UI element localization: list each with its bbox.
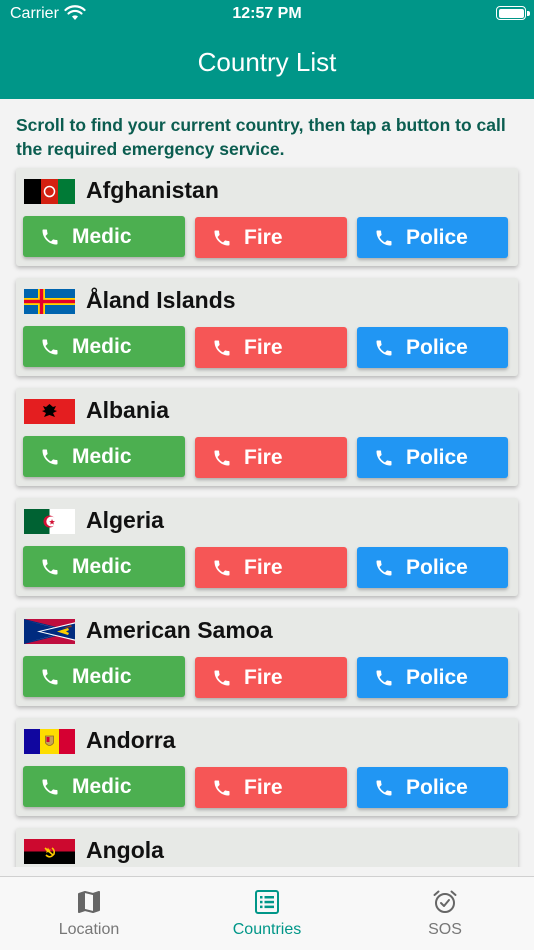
country-name: Algeria [86,507,164,533]
police-label: Police [406,445,468,469]
fire-label: Fire [244,335,283,359]
medic-label: Medic [72,664,132,688]
tab-sos-label: SOS [428,921,462,938]
medic-call-button[interactable]: Medic [23,766,185,807]
fire-call-button[interactable]: Fire [195,217,347,258]
phone-icon [376,340,392,355]
medic-call-button[interactable]: Medic [23,436,185,477]
country-name: Andorra [86,727,176,753]
status-time: 12:57 PM [232,5,302,22]
tab-sos[interactable]: SOS [356,877,534,950]
fire-call-button[interactable]: Fire [195,767,347,808]
phone-icon [42,779,58,794]
country-card: Afghanistan Medic Fire Police [16,168,518,266]
tab-bar: Location Countries SOS [0,876,534,950]
phone-icon [42,669,58,684]
country-list[interactable]: Scroll to find your current country, the… [0,99,534,867]
alarm-clock-icon [433,890,457,913]
status-bar: Carrier 12:57 PM [0,0,534,30]
phone-icon [214,670,230,685]
list-icon [255,890,279,914]
police-label: Police [406,555,468,579]
phone-icon [42,559,58,574]
police-label: Police [406,775,468,799]
fire-label: Fire [244,555,283,579]
phone-icon [214,560,230,575]
fire-label: Fire [244,665,283,689]
fire-call-button[interactable]: Fire [195,547,347,588]
medic-label: Medic [72,554,132,578]
police-call-button[interactable]: Police [357,327,508,368]
albania-flag-icon [24,399,75,424]
app-header: Carrier 12:57 PM Country List [0,0,534,99]
battery-icon [496,6,530,20]
medic-call-button[interactable]: Medic [23,326,185,367]
police-call-button[interactable]: Police [357,437,508,478]
phone-icon [214,340,230,355]
country-card: American Samoa Medic Fire Police [16,608,518,706]
police-label: Police [406,335,468,359]
medic-label: Medic [72,224,132,248]
medic-call-button[interactable]: Medic [23,656,185,697]
police-label: Police [406,225,468,249]
phone-icon [214,780,230,795]
country-name: Åland Islands [86,287,236,313]
phone-icon [376,450,392,465]
medic-call-button[interactable]: Medic [23,546,185,587]
afghanistan-flag-icon [24,179,75,204]
police-call-button[interactable]: Police [357,217,508,258]
country-name: Afghanistan [86,177,219,203]
phone-icon [376,230,392,245]
phone-icon [42,449,58,464]
fire-label: Fire [244,225,283,249]
map-icon [78,891,100,913]
phone-icon [376,670,392,685]
fire-call-button[interactable]: Fire [195,327,347,368]
country-card: Albania Medic Fire Police [16,388,518,486]
police-call-button[interactable]: Police [357,767,508,808]
phone-icon [42,229,58,244]
medic-label: Medic [72,334,132,358]
instructions-text: Scroll to find your current country, the… [16,115,506,159]
country-card: Åland Islands Medic Fire Police [16,278,518,376]
fire-call-button[interactable]: Fire [195,657,347,698]
country-name: American Samoa [86,617,273,643]
phone-icon [214,450,230,465]
medic-label: Medic [72,444,132,468]
medic-call-button[interactable]: Medic [23,216,185,257]
tab-countries-label: Countries [232,921,302,938]
tab-location[interactable]: Location [0,877,178,950]
american-samoa-flag-icon [24,619,75,644]
andorra-flag-icon [24,729,75,754]
algeria-flag-icon [24,509,75,534]
medic-label: Medic [72,774,132,798]
tab-countries[interactable]: Countries [178,877,356,950]
police-label: Police [406,665,468,689]
police-call-button[interactable]: Police [357,657,508,698]
page-title: Country List [197,47,337,77]
country-name: Albania [86,397,170,423]
fire-label: Fire [244,775,283,799]
angola-flag-icon [24,839,75,864]
phone-icon [42,339,58,354]
phone-icon [376,560,392,575]
fire-call-button[interactable]: Fire [195,437,347,478]
police-call-button[interactable]: Police [357,547,508,588]
country-name: Angola [86,837,164,863]
phone-icon [214,230,230,245]
aland-islands-flag-icon [24,289,75,314]
country-card: Angola [16,828,518,867]
fire-label: Fire [244,445,283,469]
tab-location-label: Location [58,921,120,938]
country-card: Andorra Medic Fire Police [16,718,518,816]
country-card: Algeria Medic Fire Police [16,498,518,596]
phone-icon [376,780,392,795]
